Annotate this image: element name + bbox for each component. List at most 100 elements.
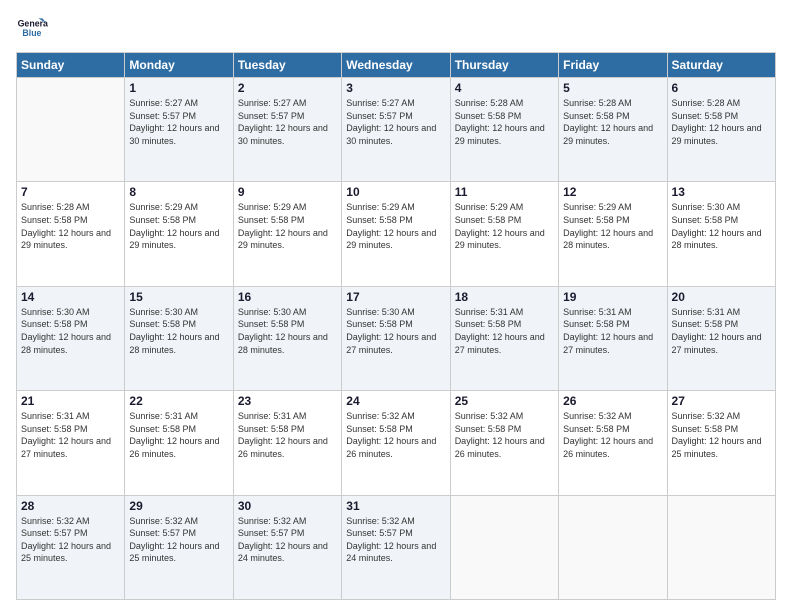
day-number: 17 <box>346 290 445 304</box>
day-info: Sunrise: 5:30 AMSunset: 5:58 PMDaylight:… <box>672 201 771 251</box>
day-info: Sunrise: 5:28 AMSunset: 5:58 PMDaylight:… <box>21 201 120 251</box>
day-number: 30 <box>238 499 337 513</box>
day-number: 15 <box>129 290 228 304</box>
calendar-cell: 3 Sunrise: 5:27 AMSunset: 5:57 PMDaylight… <box>342 78 450 182</box>
weekday-wednesday: Wednesday <box>342 53 450 78</box>
calendar-cell: 10Sunrise: 5:29 AMSunset: 5:58 PMDayligh… <box>342 182 450 286</box>
logo: General Blue <box>16 12 52 44</box>
calendar-cell: 19Sunrise: 5:31 AMSunset: 5:58 PMDayligh… <box>559 286 667 390</box>
calendar-cell: 24Sunrise: 5:32 AMSunset: 5:58 PMDayligh… <box>342 391 450 495</box>
day-info: Sunrise: 5:31 AMSunset: 5:58 PMDaylight:… <box>563 306 662 356</box>
day-number: 14 <box>21 290 120 304</box>
calendar-cell: 12Sunrise: 5:29 AMSunset: 5:58 PMDayligh… <box>559 182 667 286</box>
calendar-cell: 21Sunrise: 5:31 AMSunset: 5:58 PMDayligh… <box>17 391 125 495</box>
calendar-cell: 28 Sunrise: 5:32 AMSunset: 5:57 PMDayligh… <box>17 495 125 599</box>
calendar-cell: 20Sunrise: 5:31 AMSunset: 5:58 PMDayligh… <box>667 286 775 390</box>
calendar-cell: 25 Sunrise: 5:32 AMSunset: 5:58 PMDayligh… <box>450 391 558 495</box>
day-info: Sunrise: 5:27 AMSunset: 5:57 PMDaylight:… <box>346 97 445 147</box>
day-number: 5 <box>563 81 662 95</box>
calendar-cell: 4 Sunrise: 5:28 AMSunset: 5:58 PMDaylight… <box>450 78 558 182</box>
day-number: 3 <box>346 81 445 95</box>
day-number: 16 <box>238 290 337 304</box>
calendar-cell <box>17 78 125 182</box>
day-number: 31 <box>346 499 445 513</box>
day-number: 21 <box>21 394 120 408</box>
calendar-cell: 18 Sunrise: 5:31 AMSunset: 5:58 PMDayligh… <box>450 286 558 390</box>
day-number: 28 <box>21 499 120 513</box>
day-number: 26 <box>563 394 662 408</box>
day-info: Sunrise: 5:30 AMSunset: 5:58 PMDaylight:… <box>238 306 337 356</box>
calendar-cell <box>667 495 775 599</box>
calendar-cell: 14 Sunrise: 5:30 AMSunset: 5:58 PMDayligh… <box>17 286 125 390</box>
day-info: Sunrise: 5:32 AMSunset: 5:57 PMDaylight:… <box>238 515 337 565</box>
day-number: 18 <box>455 290 554 304</box>
calendar-cell: 7 Sunrise: 5:28 AMSunset: 5:58 PMDaylight… <box>17 182 125 286</box>
day-info: Sunrise: 5:32 AMSunset: 5:58 PMDaylight:… <box>346 410 445 460</box>
day-number: 2 <box>238 81 337 95</box>
day-number: 29 <box>129 499 228 513</box>
calendar-cell: 29 Sunrise: 5:32 AMSunset: 5:57 PMDayligh… <box>125 495 233 599</box>
day-info: Sunrise: 5:30 AMSunset: 5:58 PMDaylight:… <box>346 306 445 356</box>
svg-text:Blue: Blue <box>22 28 41 38</box>
day-number: 9 <box>238 185 337 199</box>
weekday-tuesday: Tuesday <box>233 53 341 78</box>
day-info: Sunrise: 5:31 AMSunset: 5:58 PMDaylight:… <box>672 306 771 356</box>
day-info: Sunrise: 5:32 AMSunset: 5:57 PMDaylight:… <box>21 515 120 565</box>
day-info: Sunrise: 5:29 AMSunset: 5:58 PMDaylight:… <box>563 201 662 251</box>
weekday-monday: Monday <box>125 53 233 78</box>
calendar-cell: 17 Sunrise: 5:30 AMSunset: 5:58 PMDayligh… <box>342 286 450 390</box>
calendar-cell: 31Sunrise: 5:32 AMSunset: 5:57 PMDayligh… <box>342 495 450 599</box>
day-info: Sunrise: 5:29 AMSunset: 5:58 PMDaylight:… <box>238 201 337 251</box>
day-number: 8 <box>129 185 228 199</box>
day-info: Sunrise: 5:29 AMSunset: 5:58 PMDaylight:… <box>129 201 228 251</box>
day-info: Sunrise: 5:28 AMSunset: 5:58 PMDaylight:… <box>455 97 554 147</box>
day-info: Sunrise: 5:32 AMSunset: 5:58 PMDaylight:… <box>563 410 662 460</box>
day-number: 4 <box>455 81 554 95</box>
day-number: 1 <box>129 81 228 95</box>
day-info: Sunrise: 5:31 AMSunset: 5:58 PMDaylight:… <box>129 410 228 460</box>
calendar-cell: 16 Sunrise: 5:30 AMSunset: 5:58 PMDayligh… <box>233 286 341 390</box>
day-info: Sunrise: 5:31 AMSunset: 5:58 PMDaylight:… <box>455 306 554 356</box>
day-info: Sunrise: 5:32 AMSunset: 5:58 PMDaylight:… <box>672 410 771 460</box>
day-number: 22 <box>129 394 228 408</box>
day-info: Sunrise: 5:28 AMSunset: 5:58 PMDaylight:… <box>563 97 662 147</box>
calendar-week-row: 14 Sunrise: 5:30 AMSunset: 5:58 PMDayligh… <box>17 286 776 390</box>
calendar-cell <box>450 495 558 599</box>
day-number: 6 <box>672 81 771 95</box>
calendar-cell: 11Sunrise: 5:29 AMSunset: 5:58 PMDayligh… <box>450 182 558 286</box>
day-number: 11 <box>455 185 554 199</box>
day-number: 23 <box>238 394 337 408</box>
calendar-week-row: 21 Sunrise: 5:31 AMSunset: 5:58 PMDayligh… <box>17 391 776 495</box>
weekday-header-row: SundayMondayTuesdayWednesdayThursdayFrid… <box>17 53 776 78</box>
calendar-week-row: 28 Sunrise: 5:32 AMSunset: 5:57 PMDayligh… <box>17 495 776 599</box>
calendar-cell: 6 Sunrise: 5:28 AMSunset: 5:58 PMDaylight… <box>667 78 775 182</box>
weekday-saturday: Saturday <box>667 53 775 78</box>
weekday-thursday: Thursday <box>450 53 558 78</box>
day-number: 27 <box>672 394 771 408</box>
calendar-table: SundayMondayTuesdayWednesdayThursdayFrid… <box>16 52 776 600</box>
day-info: Sunrise: 5:29 AMSunset: 5:58 PMDaylight:… <box>346 201 445 251</box>
calendar-cell: 2 Sunrise: 5:27 AMSunset: 5:57 PMDaylight… <box>233 78 341 182</box>
calendar-cell: 30 Sunrise: 5:32 AMSunset: 5:57 PMDayligh… <box>233 495 341 599</box>
day-number: 13 <box>672 185 771 199</box>
day-number: 7 <box>21 185 120 199</box>
calendar-week-row: 1 Sunrise: 5:27 AMSunset: 5:57 PMDaylight… <box>17 78 776 182</box>
day-info: Sunrise: 5:30 AMSunset: 5:58 PMDaylight:… <box>21 306 120 356</box>
day-number: 25 <box>455 394 554 408</box>
day-info: Sunrise: 5:28 AMSunset: 5:58 PMDaylight:… <box>672 97 771 147</box>
page: General Blue SundayMondayTuesdayWednesda… <box>0 0 792 612</box>
calendar-cell: 15 Sunrise: 5:30 AMSunset: 5:58 PMDayligh… <box>125 286 233 390</box>
calendar-cell: 22 Sunrise: 5:31 AMSunset: 5:58 PMDayligh… <box>125 391 233 495</box>
logo-icon: General Blue <box>16 12 48 44</box>
header: General Blue <box>16 12 776 44</box>
calendar-cell: 27 Sunrise: 5:32 AMSunset: 5:58 PMDayligh… <box>667 391 775 495</box>
calendar-cell <box>559 495 667 599</box>
day-info: Sunrise: 5:32 AMSunset: 5:58 PMDaylight:… <box>455 410 554 460</box>
day-info: Sunrise: 5:30 AMSunset: 5:58 PMDaylight:… <box>129 306 228 356</box>
calendar-cell: 5 Sunrise: 5:28 AMSunset: 5:58 PMDaylight… <box>559 78 667 182</box>
calendar-cell: 13 Sunrise: 5:30 AMSunset: 5:58 PMDayligh… <box>667 182 775 286</box>
weekday-friday: Friday <box>559 53 667 78</box>
day-info: Sunrise: 5:32 AMSunset: 5:57 PMDaylight:… <box>129 515 228 565</box>
day-info: Sunrise: 5:27 AMSunset: 5:57 PMDaylight:… <box>238 97 337 147</box>
calendar-cell: 9 Sunrise: 5:29 AMSunset: 5:58 PMDaylight… <box>233 182 341 286</box>
